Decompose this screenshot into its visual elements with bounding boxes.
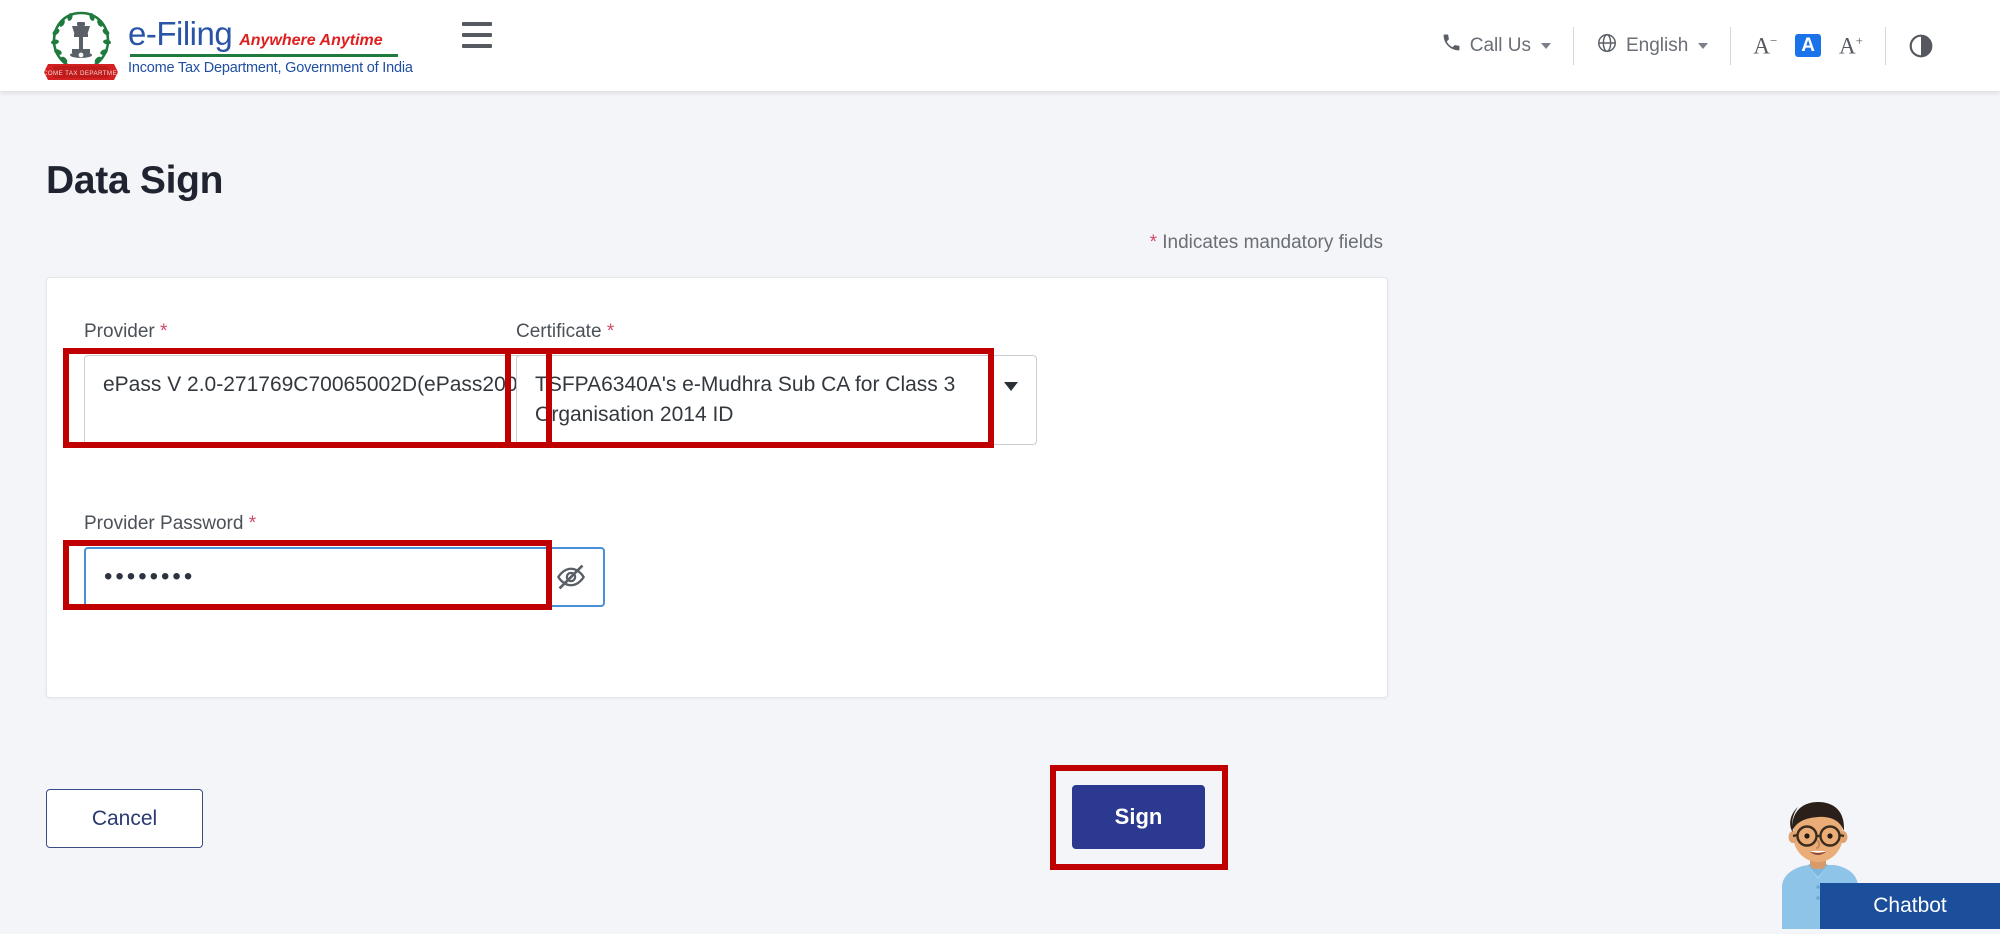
contrast-toggle-icon[interactable]	[1886, 33, 1956, 59]
provider-password-label: Provider Password *	[84, 513, 256, 535]
eye-slash-icon[interactable]	[555, 561, 587, 593]
provider-password-input[interactable]: ••••••••	[84, 547, 605, 607]
cancel-button[interactable]: Cancel	[46, 789, 203, 848]
required-star: *	[160, 321, 167, 342]
svg-text:INCOME TAX DEPARTMENT: INCOME TAX DEPARTMENT	[44, 70, 118, 77]
provider-label: Provider *	[84, 321, 167, 343]
brand-logo-block[interactable]: INCOME TAX DEPARTMENT e-Filing Anywhere A…	[44, 6, 413, 82]
font-size-controls: A− A A+	[1731, 34, 1885, 58]
font-size-normal-button[interactable]: A	[1795, 34, 1821, 57]
language-selector[interactable]: English	[1574, 32, 1730, 60]
caret-down-icon	[1004, 382, 1018, 391]
provider-value: ePass V 2.0-271769C70065002D(ePass2003)	[103, 373, 536, 396]
hamburger-bar	[462, 44, 492, 48]
globe-icon	[1596, 32, 1618, 60]
phone-icon	[1441, 32, 1462, 59]
required-star: *	[249, 513, 256, 534]
call-us-menu[interactable]: Call Us	[1419, 32, 1573, 59]
chatbot-label: Chatbot	[1873, 894, 1947, 918]
sign-button[interactable]: Sign	[1072, 785, 1205, 849]
income-tax-emblem-icon: INCOME TAX DEPARTMENT	[44, 6, 118, 82]
brand-divider	[130, 54, 398, 57]
chatbot-widget[interactable]: Chatbot	[1750, 774, 2000, 929]
brand-tagline: Anywhere Anytime	[239, 32, 382, 49]
brand-subtitle: Income Tax Department, Government of Ind…	[128, 60, 413, 76]
header-utility-bar: Call Us English A− A A+	[1419, 0, 1956, 91]
provider-password-value: ••••••••	[104, 565, 195, 589]
hamburger-menu-icon[interactable]	[462, 22, 492, 48]
mandatory-star: *	[1150, 232, 1157, 253]
data-sign-form-card: Provider * ePass V 2.0-271769C70065002D(…	[46, 277, 1388, 698]
brand-name: e-Filing	[128, 15, 232, 52]
font-size-decrease-button[interactable]: A−	[1753, 34, 1777, 58]
hamburger-bar	[462, 33, 492, 37]
certificate-select[interactable]: TSFPA6340A's e-Mudhra Sub CA for Class 3…	[516, 355, 1037, 445]
required-star: *	[607, 321, 614, 342]
brand-text-block: e-Filing Anywhere Anytime Income Tax Depa…	[128, 13, 413, 76]
language-label: English	[1626, 35, 1688, 57]
page-title: Data Sign	[46, 159, 223, 203]
mandatory-fields-note: * Indicates mandatory fields	[1150, 232, 1383, 254]
call-us-label: Call Us	[1470, 35, 1531, 57]
site-header: INCOME TAX DEPARTMENT e-Filing Anywhere A…	[0, 0, 2000, 91]
mandatory-text: Indicates mandatory fields	[1157, 232, 1383, 253]
certificate-value: TSFPA6340A's e-Mudhra Sub CA for Class 3…	[535, 373, 955, 426]
hamburger-bar	[462, 22, 492, 26]
chatbot-button[interactable]: Chatbot	[1820, 883, 2000, 929]
certificate-label: Certificate *	[516, 321, 614, 343]
chevron-down-icon	[1541, 43, 1551, 49]
font-size-increase-button[interactable]: A+	[1839, 34, 1863, 58]
chevron-down-icon	[1698, 43, 1708, 49]
